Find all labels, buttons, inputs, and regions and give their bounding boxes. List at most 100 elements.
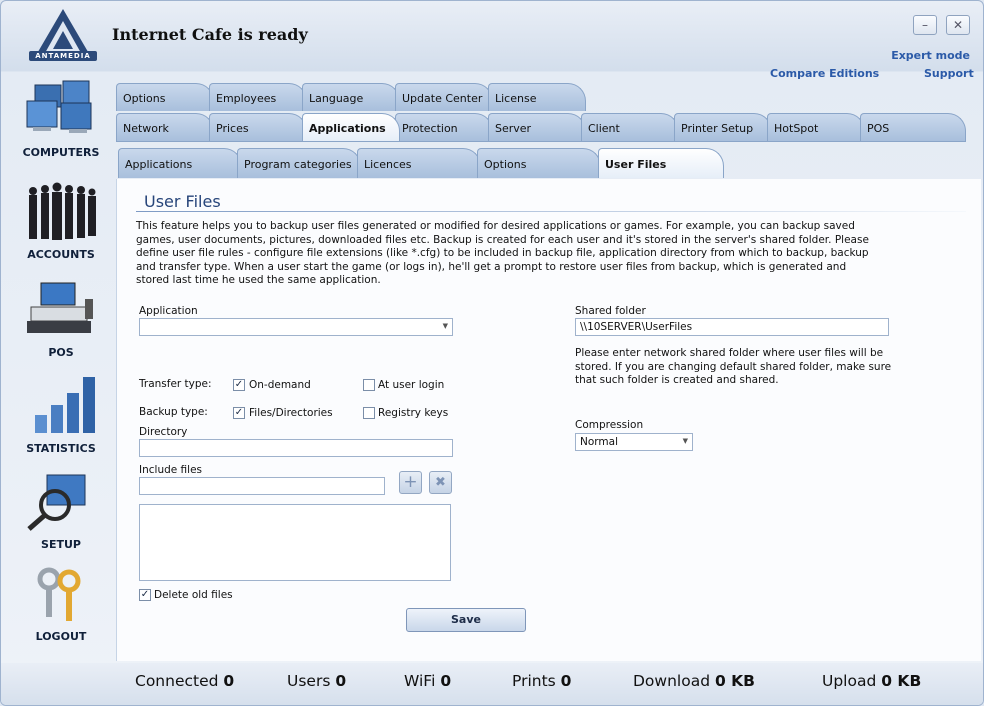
subtab-program-categories[interactable]: Program categories <box>237 148 361 178</box>
setup-icon <box>27 474 86 531</box>
sidebar-item-label: POS <box>48 346 74 359</box>
remove-file-button[interactable]: ✖ <box>429 471 452 494</box>
at-user-login-label: At user login <box>378 379 445 391</box>
statistics-icon <box>35 377 95 433</box>
status-prints: Prints 0 <box>512 672 571 690</box>
status-wifi-value: 0 <box>440 672 452 690</box>
sidebar-item-accounts[interactable]: ACCOUNTS <box>11 181 111 261</box>
sidebar-item-label: ACCOUNTS <box>27 248 95 261</box>
status-connected: Connected 0 <box>135 672 234 690</box>
tab-update-center[interactable]: Update Center <box>395 83 493 111</box>
tab-license[interactable]: License <box>488 83 586 111</box>
minimize-button[interactable]: – <box>913 15 937 35</box>
directory-input[interactable] <box>139 439 453 457</box>
header: ANTAMEDIA Internet Cafe is ready – ✕ Exp… <box>1 1 983 67</box>
sidebar-item-computers[interactable]: COMPUTERS <box>11 79 111 159</box>
delete-old-files-label: Delete old files <box>154 589 233 601</box>
chevron-down-icon: ▼ <box>682 437 688 445</box>
sidebar-item-setup[interactable]: SETUP <box>11 471 111 551</box>
plus-icon: + <box>403 472 418 492</box>
status-title: Internet Cafe is ready <box>112 25 308 44</box>
status-users: Users 0 <box>287 672 346 690</box>
status-upload-label: Upload <box>822 672 877 690</box>
directory-label: Directory <box>139 426 188 438</box>
tab-server[interactable]: Server <box>488 113 586 141</box>
compression-label: Compression <box>575 419 644 431</box>
sidebar-item-label: COMPUTERS <box>22 146 100 159</box>
status-users-value: 0 <box>335 672 347 690</box>
status-prints-label: Prints <box>512 672 556 690</box>
status-prints-value: 0 <box>560 672 572 690</box>
include-files-list[interactable] <box>139 504 451 581</box>
tab-printer-setup[interactable]: Printer Setup <box>674 113 772 141</box>
at-user-login-checkbox[interactable] <box>363 379 375 391</box>
logout-icon <box>37 567 81 621</box>
save-button[interactable]: Save <box>406 608 526 632</box>
remove-icon: ✖ <box>435 475 446 490</box>
tab-prices[interactable]: Prices <box>209 113 307 141</box>
tab-client[interactable]: Client <box>581 113 679 141</box>
pos-icon <box>27 282 93 333</box>
subtab-options[interactable]: Options <box>477 148 601 178</box>
add-file-button[interactable]: + <box>399 471 422 494</box>
shared-folder-note: Please enter network shared folder where… <box>575 347 892 386</box>
expert-mode-link[interactable]: Expert mode <box>891 49 970 62</box>
compression-value: Normal <box>580 436 618 448</box>
on-demand-checkbox[interactable]: ✓ <box>233 379 245 391</box>
section-title: User Files <box>144 192 221 211</box>
files-directories-checkbox[interactable]: ✓ <box>233 407 245 419</box>
include-files-input[interactable] <box>139 477 385 495</box>
registry-keys-checkbox[interactable] <box>363 407 375 419</box>
status-download-label: Download <box>633 672 711 690</box>
sidebar-item-label: LOGOUT <box>35 630 87 643</box>
subtab-applications[interactable]: Applications <box>118 148 242 178</box>
compression-dropdown[interactable]: Normal ▼ <box>575 433 693 451</box>
include-files-label: Include files <box>139 464 203 476</box>
tab-language[interactable]: Language <box>302 83 400 111</box>
tabrow-divider <box>116 141 966 142</box>
sidebar-item-label: STATISTICS <box>26 442 96 455</box>
tab-network[interactable]: Network <box>116 113 214 141</box>
status-download-value: 0 KB <box>714 672 755 690</box>
shared-folder-input[interactable]: \\10SERVER\UserFiles <box>575 318 889 336</box>
tab-hotspot[interactable]: HotSpot <box>767 113 865 141</box>
tab-applications[interactable]: Applications <box>302 113 400 141</box>
backup-type-label: Backup type: <box>139 406 208 418</box>
tab-employees[interactable]: Employees <box>209 83 307 111</box>
status-wifi: WiFi 0 <box>404 672 451 690</box>
delete-old-files-checkbox[interactable]: ✓ <box>139 589 151 601</box>
subtab-user-files[interactable]: User Files <box>598 148 724 178</box>
sidebar-item-pos[interactable]: POS <box>11 279 111 359</box>
status-connected-value: 0 <box>223 672 235 690</box>
status-users-label: Users <box>287 672 331 690</box>
chevron-down-icon: ▼ <box>442 322 448 330</box>
on-demand-label: On-demand <box>249 379 311 391</box>
app-window: ANTAMEDIA Internet Cafe is ready – ✕ Exp… <box>0 0 984 706</box>
status-wifi-label: WiFi <box>404 672 436 690</box>
subtab-licences[interactable]: Licences <box>357 148 481 178</box>
status-upload: Upload 0 KB <box>822 672 921 690</box>
support-link[interactable]: Support <box>924 67 974 80</box>
status-connected-label: Connected <box>135 672 219 690</box>
description-text: This feature helps you to backup user fi… <box>136 220 869 286</box>
application-label: Application <box>139 305 198 317</box>
sidebar-item-label: SETUP <box>41 538 81 551</box>
close-button[interactable]: ✕ <box>946 15 970 35</box>
accounts-icon <box>29 182 96 240</box>
logo-text: ANTAMEDIA <box>29 51 97 61</box>
files-directories-label: Files/Directories <box>249 407 333 419</box>
registry-keys-label: Registry keys <box>378 407 449 419</box>
transfer-type-label: Transfer type: <box>139 378 212 390</box>
sidebar-item-logout[interactable]: LOGOUT <box>11 563 111 643</box>
tab-options[interactable]: Options <box>116 83 214 111</box>
tab-protection[interactable]: Protection <box>395 113 493 141</box>
status-upload-value: 0 KB <box>881 672 922 690</box>
sidebar-item-statistics[interactable]: STATISTICS <box>11 375 111 455</box>
shared-folder-label: Shared folder <box>575 305 646 317</box>
computers-icon <box>26 80 92 133</box>
status-download: Download 0 KB <box>633 672 755 690</box>
tab-pos[interactable]: POS <box>860 113 966 141</box>
application-dropdown[interactable]: ▼ <box>139 318 453 336</box>
compare-editions-link[interactable]: Compare Editions <box>770 67 879 80</box>
section-underline <box>136 211 966 212</box>
